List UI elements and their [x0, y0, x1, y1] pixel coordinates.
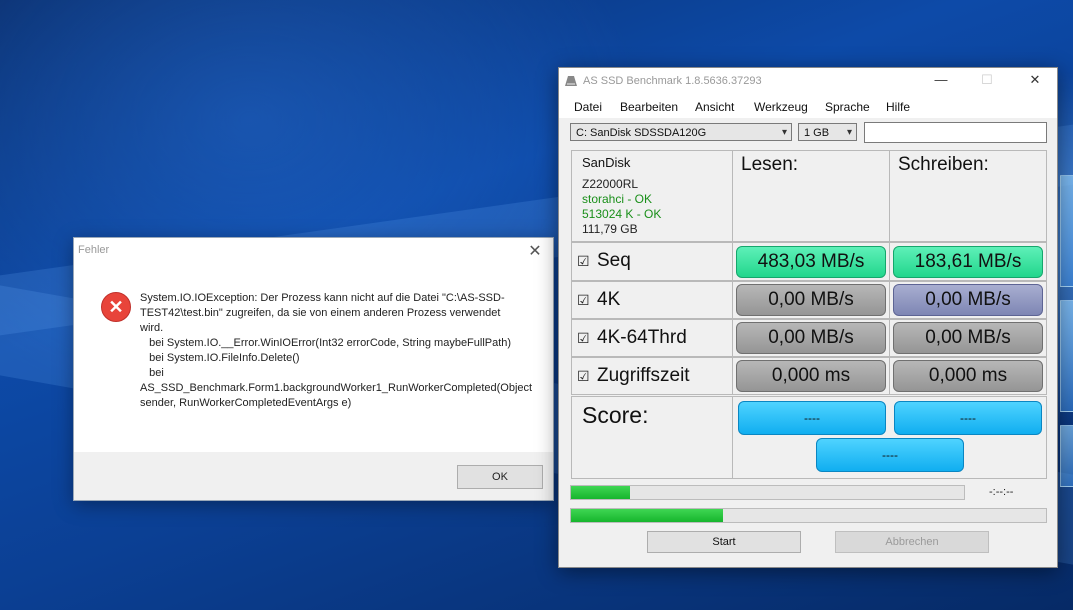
4k-64thrd-read-cell: 0,00 MB/s	[732, 319, 890, 357]
progress-time: -:--:--	[989, 486, 1014, 498]
close-icon[interactable]: ✕	[525, 241, 545, 261]
menu-datei[interactable]: Datei	[574, 100, 602, 114]
menu-bearbeiten[interactable]: Bearbeiten	[620, 100, 678, 114]
test-row-seq: ☑ Seq	[571, 242, 733, 281]
error-dialog-title: Fehler	[78, 244, 110, 256]
read-header-panel: Lesen:	[732, 150, 890, 242]
read-header: Lesen:	[741, 154, 799, 175]
text-field[interactable]	[864, 122, 1047, 143]
title-bar[interactable]: AS SSD Benchmark 1.8.5636.37293 — ☐ ✕	[559, 68, 1057, 96]
alignment-status: 513024 K - OK	[582, 207, 662, 221]
access-time-read-result: 0,000 ms	[736, 360, 886, 392]
abort-button[interactable]: Abbrechen	[835, 531, 989, 553]
windows-logo-pane	[1060, 300, 1073, 412]
size-select-value: 1 GB	[804, 127, 830, 139]
error-icon: ✕	[101, 292, 131, 322]
access-time-read-cell: 0,000 ms	[732, 357, 890, 395]
4k-64thrd-read-result: 0,00 MB/s	[736, 322, 886, 354]
4k-checkbox[interactable]: ☑	[577, 292, 590, 309]
score-label-panel: Score:	[571, 396, 733, 479]
4k-64thrd-checkbox[interactable]: ☑	[577, 330, 590, 347]
drive-info-panel: SanDisk Z22000RL storahci - OK 513024 K …	[571, 150, 733, 242]
menu-ansicht[interactable]: Ansicht	[695, 100, 734, 114]
menu-bar: Datei Bearbeiten Ansicht Werkzeug Sprach…	[559, 96, 1057, 118]
drive-vendor: SanDisk	[582, 155, 631, 170]
window-title: AS SSD Benchmark 1.8.5636.37293	[583, 75, 762, 87]
progress-bar-1	[570, 485, 965, 500]
menu-werkzeug[interactable]: Werkzeug	[754, 100, 808, 114]
size-select[interactable]: 1 GB ▾	[798, 123, 857, 141]
windows-logo-pane	[1060, 175, 1073, 287]
error-dialog: Fehler ✕ ✕ System.IO.IOException: Der Pr…	[73, 237, 554, 501]
score-total: ----	[816, 438, 964, 472]
access-time-checkbox[interactable]: ☑	[577, 368, 590, 385]
chevron-down-icon: ▾	[781, 127, 787, 138]
score-panel: ---- ---- ----	[732, 396, 1047, 479]
4k-read-cell: 0,00 MB/s	[732, 281, 890, 319]
4k-read-result: 0,00 MB/s	[736, 284, 886, 316]
test-row-4k: ☑ 4K	[571, 281, 733, 319]
chevron-down-icon: ▾	[846, 127, 852, 138]
access-time-write-cell: 0,000 ms	[889, 357, 1047, 395]
menu-sprache[interactable]: Sprache	[825, 100, 870, 114]
4k-write-result: 0,00 MB/s	[893, 284, 1043, 316]
access-time-label: Zugriffszeit	[597, 365, 690, 386]
4k-label: 4K	[597, 289, 621, 310]
seq-checkbox[interactable]: ☑	[577, 253, 590, 270]
drive-capacity: 111,79 GB	[582, 222, 638, 236]
4k-64thrd-write-cell: 0,00 MB/s	[889, 319, 1047, 357]
as-ssd-window: AS SSD Benchmark 1.8.5636.37293 — ☐ ✕ Da…	[558, 67, 1058, 568]
progress-fill-2	[571, 509, 723, 522]
windows-logo-pane	[1060, 425, 1073, 487]
minimize-icon[interactable]: —	[929, 72, 953, 87]
maximize-icon[interactable]: ☐	[975, 72, 999, 88]
seq-read-cell: 483,03 MB/s	[732, 242, 890, 281]
seq-write-result: 183,61 MB/s	[893, 246, 1043, 278]
drive-firmware: Z22000RL	[582, 177, 639, 191]
4k-64thrd-label: 4K-64Thrd	[597, 327, 687, 348]
write-header: Schreiben:	[898, 154, 989, 175]
app-icon	[565, 76, 577, 86]
score-label: Score:	[582, 402, 649, 428]
score-write: ----	[894, 401, 1042, 435]
seq-label: Seq	[597, 250, 631, 271]
driver-status: storahci - OK	[582, 192, 653, 206]
close-icon[interactable]: ✕	[1023, 72, 1047, 88]
ok-button[interactable]: OK	[457, 465, 543, 489]
progress-fill-1	[571, 486, 630, 499]
access-time-write-result: 0,000 ms	[893, 360, 1043, 392]
error-dialog-footer: OK	[74, 452, 553, 500]
score-read: ----	[738, 401, 886, 435]
menu-hilfe[interactable]: Hilfe	[886, 100, 910, 114]
4k-64thrd-write-result: 0,00 MB/s	[893, 322, 1043, 354]
drive-select-value: C: SanDisk SDSSDA120G	[576, 127, 707, 139]
4k-write-cell: 0,00 MB/s	[889, 281, 1047, 319]
start-button[interactable]: Start	[647, 531, 801, 553]
progress-bar-2	[570, 508, 1047, 523]
write-header-panel: Schreiben:	[889, 150, 1047, 242]
drive-select[interactable]: C: SanDisk SDSSDA120G ▾	[570, 123, 792, 141]
error-message: System.IO.IOException: Der Prozess kann …	[140, 292, 533, 409]
seq-read-result: 483,03 MB/s	[736, 246, 886, 278]
seq-write-cell: 183,61 MB/s	[889, 242, 1047, 281]
test-row-4k-64thrd: ☑ 4K-64Thrd	[571, 319, 733, 357]
test-row-access-time: ☑ Zugriffszeit	[571, 357, 733, 395]
